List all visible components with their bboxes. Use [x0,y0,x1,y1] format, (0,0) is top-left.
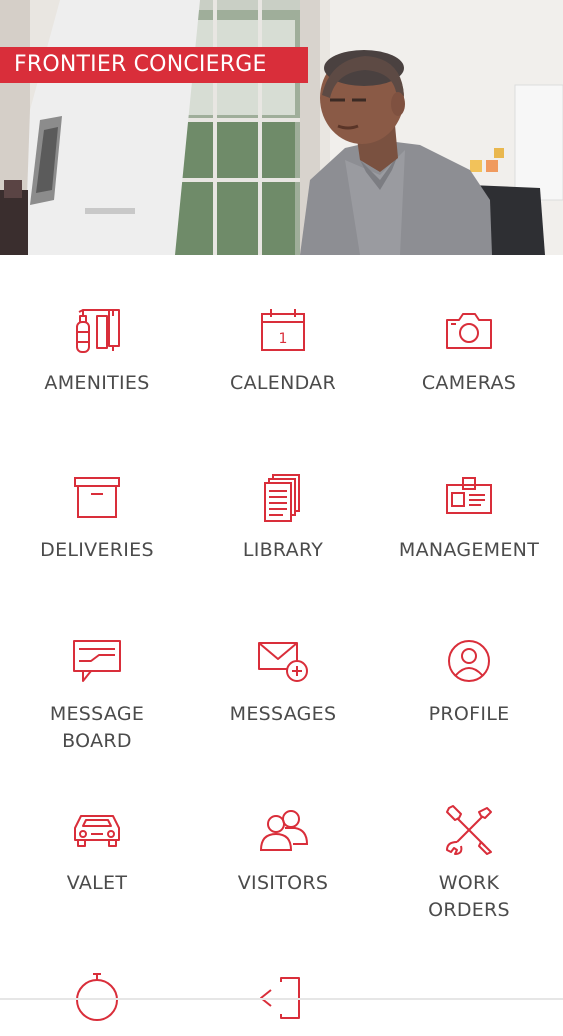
tile-exit[interactable] [198,968,368,1036]
stopwatch-icon [69,968,125,1024]
envelope-plus-icon [255,633,311,689]
exit-icon [255,968,311,1024]
tile-label: LIBRARY [242,539,324,561]
tile-label: PROFILE [428,703,510,725]
tile-amenities[interactable]: AMENITIES [12,302,182,397]
fire-extinguisher-icon [69,302,125,358]
tile-visitors[interactable]: VISITORS [198,802,368,897]
tile-label: MESSAGES [229,703,337,725]
tile-calendar[interactable]: 1 CALENDAR [198,302,368,397]
tile-label: MESSAGE BOARD [49,703,145,752]
tile-management[interactable]: MANAGEMENT [384,469,554,564]
tile-label: DELIVERIES [40,539,154,561]
user-circle-icon [441,633,497,689]
tile-label: VALET [66,872,128,894]
hero-banner: FRONTIER CONCIERGE [0,0,563,255]
brand-title: FRONTIER CONCIERGE [0,47,308,83]
car-icon [69,802,125,858]
tile-label: AMENITIES [44,372,150,394]
tile-label: WORK ORDERS [428,872,510,921]
box-icon [69,469,125,525]
tile-message-board[interactable]: MESSAGE BOARD [12,633,182,755]
tile-stopwatch[interactable] [12,968,182,1036]
calendar-icon: 1 [255,302,311,358]
tile-label: MANAGEMENT [398,539,540,561]
tile-work-orders[interactable]: WORK ORDERS [384,802,554,924]
camera-icon [441,302,497,358]
tile-profile[interactable]: PROFILE [384,633,554,728]
tile-label: VISITORS [237,872,329,894]
tile-library[interactable]: LIBRARY [198,469,368,564]
tile-cameras[interactable]: CAMERAS [384,302,554,397]
message-board-icon [69,633,125,689]
documents-icon [255,469,311,525]
tile-label: CALENDAR [230,372,336,394]
svg-text:1: 1 [279,331,288,347]
tile-deliveries[interactable]: DELIVERIES [12,469,182,564]
tile-valet[interactable]: VALET [12,802,182,897]
id-badge-icon [441,469,497,525]
users-icon [255,802,311,858]
tile-messages[interactable]: MESSAGES [198,633,368,728]
tile-label: CAMERAS [421,372,517,394]
hero-photo [0,0,563,255]
wrench-screwdriver-icon [441,802,497,858]
